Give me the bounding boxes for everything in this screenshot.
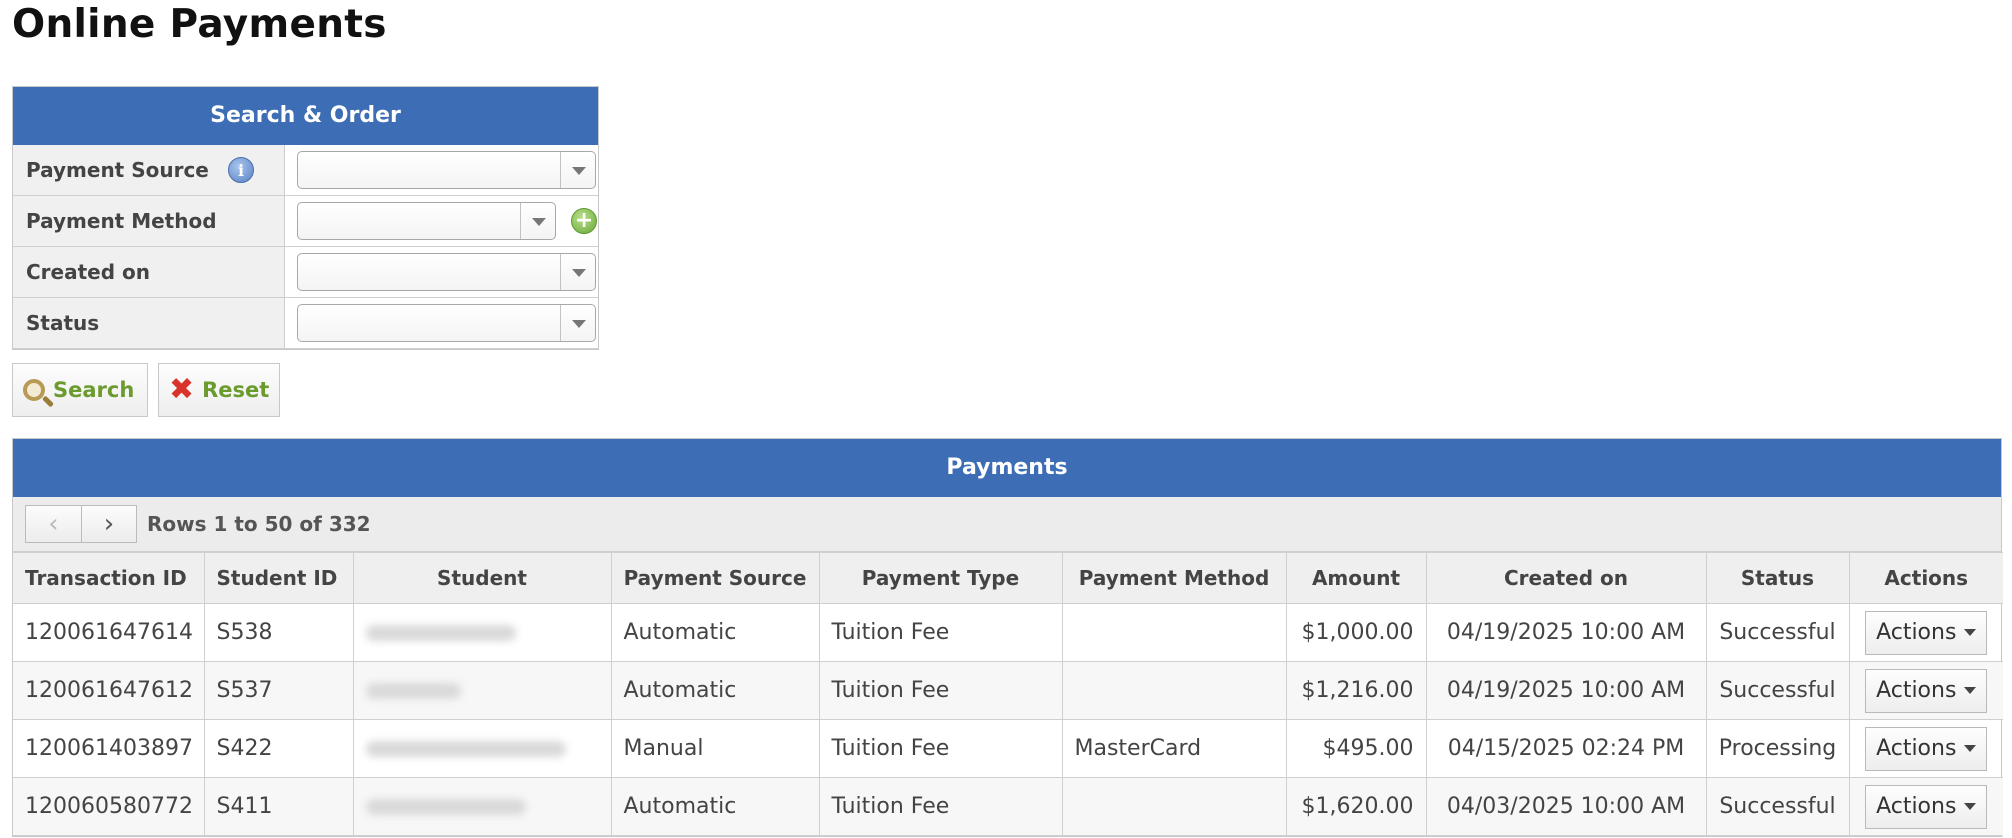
amount-cell: $1,000.00 [1285, 603, 1427, 662]
created-on-cell: 04/03/2025 10:00 AM [1425, 777, 1707, 836]
payment-source-cell: Automatic [610, 603, 820, 662]
status-cell: Successful [1705, 661, 1850, 720]
transaction-id-link[interactable]: 120061403897 [13, 719, 205, 778]
column-header-payment-source[interactable]: Payment Source [610, 552, 820, 604]
payments-table: Transaction ID Student ID Student Paymen… [13, 552, 2003, 836]
column-header-payment-method[interactable]: Payment Method [1061, 552, 1287, 604]
column-header-transaction-id[interactable]: Transaction ID [13, 552, 205, 604]
magnifier-icon [23, 379, 45, 401]
payment-source-cell: Automatic [610, 777, 820, 836]
status-cell: Successful [1705, 603, 1850, 662]
created-on-label: Created on [26, 260, 150, 284]
redacted-name [365, 683, 461, 699]
chevron-down-icon[interactable] [560, 152, 595, 188]
page-title: Online Payments [12, 2, 387, 47]
table-row: 120061647614 S538 Automatic Tuition Fee … [13, 603, 2003, 662]
add-circle-icon[interactable]: + [571, 208, 598, 234]
info-icon[interactable]: i [228, 157, 254, 183]
student-id-cell: S537 [203, 661, 354, 720]
column-header-amount[interactable]: Amount [1285, 552, 1427, 604]
chevron-right-icon: › [103, 509, 115, 539]
caret-down-icon [1964, 687, 1977, 694]
student-name-cell [352, 661, 612, 720]
payment-type-cell: Tuition Fee [818, 661, 1063, 720]
student-id-cell: S538 [203, 603, 354, 662]
payment-type-cell: Tuition Fee [818, 719, 1063, 778]
field-row-payment-source: Payment Source i [13, 145, 598, 196]
transaction-id-link[interactable]: 120061647612 [13, 661, 205, 720]
caret-down-icon [1964, 803, 1977, 810]
payment-source-cell: Manual [610, 719, 820, 778]
payment-method-label: Payment Method [26, 209, 217, 233]
chevron-down-icon[interactable] [560, 305, 595, 341]
column-header-created-on[interactable]: Created on [1425, 552, 1707, 604]
search-button[interactable]: Search [12, 363, 148, 417]
student-name-cell [352, 719, 612, 778]
field-row-status: Status [13, 297, 598, 349]
amount-cell: $1,620.00 [1285, 777, 1427, 836]
chevron-down-icon[interactable] [560, 254, 595, 290]
student-name-cell [352, 777, 612, 836]
amount-cell: $1,216.00 [1285, 661, 1427, 720]
search-panel-header: Search & Order [13, 87, 598, 145]
prev-page-button[interactable]: ‹ [25, 505, 81, 543]
created-on-cell: 04/19/2025 10:00 AM [1425, 603, 1707, 662]
redacted-name [365, 625, 516, 641]
redacted-name [365, 799, 526, 815]
payment-method-cell [1061, 777, 1287, 836]
page: Online Payments Search & Order Payment S… [0, 0, 2012, 838]
payment-method-cell: MasterCard [1061, 719, 1287, 778]
column-header-student-id[interactable]: Student ID [203, 552, 354, 604]
column-header-student[interactable]: Student [352, 552, 612, 604]
status-cell: Processing [1705, 719, 1850, 778]
actions-dropdown-button[interactable]: Actions [1865, 610, 1988, 655]
payments-header: Payments [13, 439, 2001, 497]
status-select[interactable] [297, 304, 596, 342]
actions-dropdown-button[interactable]: Actions [1865, 784, 1988, 829]
payments-panel: Payments ‹ › Rows 1 to 50 of 332 Transac… [12, 438, 2003, 837]
payment-method-cell [1061, 603, 1287, 662]
payment-source-select[interactable] [297, 151, 596, 189]
payment-source-label: Payment Source [26, 158, 209, 182]
created-on-cell: 04/15/2025 02:24 PM [1425, 719, 1707, 778]
status-label: Status [26, 311, 100, 335]
created-on-cell: 04/19/2025 10:00 AM [1425, 661, 1707, 720]
search-panel: Search & Order Payment Source i Payment … [12, 86, 599, 350]
field-row-payment-method: Payment Method + [13, 195, 598, 247]
student-name-cell [352, 603, 612, 662]
transaction-id-link[interactable]: 120061647614 [13, 603, 205, 662]
next-page-button[interactable]: › [81, 505, 137, 543]
table-row: 120060580772 S411 Automatic Tuition Fee … [13, 777, 2003, 836]
field-row-created-on: Created on [13, 246, 598, 298]
column-header-actions: Actions [1848, 552, 2003, 604]
caret-down-icon [1964, 745, 1977, 752]
transaction-id-link[interactable]: 120060580772 [13, 777, 205, 836]
close-icon: ✖ [169, 372, 195, 407]
reset-button[interactable]: ✖ Reset [158, 363, 280, 417]
payment-source-cell: Automatic [610, 661, 820, 720]
actions-dropdown-button[interactable]: Actions [1865, 726, 1988, 771]
pager: ‹ › Rows 1 to 50 of 332 [13, 497, 2001, 552]
column-header-status[interactable]: Status [1705, 552, 1850, 604]
search-form: Payment Source i Payment Method + Create… [13, 145, 598, 349]
table-row: 120061647612 S537 Automatic Tuition Fee … [13, 661, 2003, 720]
actions-dropdown-button[interactable]: Actions [1865, 668, 1988, 713]
status-cell: Successful [1705, 777, 1850, 836]
chevron-down-icon[interactable] [520, 203, 555, 239]
pager-rows-text: Rows 1 to 50 of 332 [147, 512, 371, 536]
chevron-left-icon: ‹ [48, 509, 59, 539]
student-id-cell: S411 [203, 777, 354, 836]
created-on-select[interactable] [297, 253, 596, 291]
payment-method-cell [1061, 661, 1287, 720]
student-id-cell: S422 [203, 719, 354, 778]
caret-down-icon [1964, 629, 1977, 636]
column-header-payment-type[interactable]: Payment Type [818, 552, 1063, 604]
payment-type-cell: Tuition Fee [818, 603, 1063, 662]
redacted-name [365, 741, 566, 757]
payment-type-cell: Tuition Fee [818, 777, 1063, 836]
amount-cell: $495.00 [1285, 719, 1427, 778]
table-header-row: Transaction ID Student ID Student Paymen… [13, 552, 2003, 604]
table-row: 120061403897 S422 Manual Tuition Fee Mas… [13, 719, 2003, 778]
payment-method-select[interactable] [297, 202, 556, 240]
